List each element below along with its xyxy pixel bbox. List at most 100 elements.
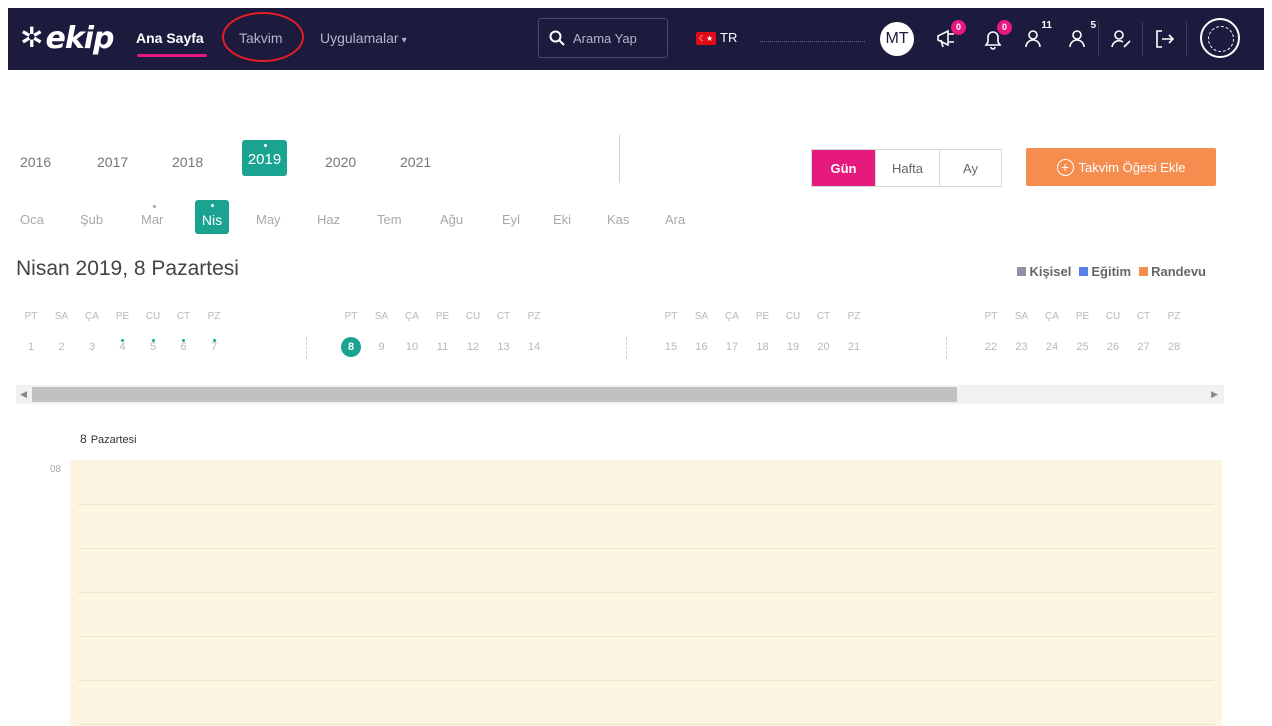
- scrollbar-thumb[interactable]: [32, 387, 957, 402]
- week-divider: [946, 337, 947, 359]
- day-number[interactable]: 26: [1098, 341, 1128, 353]
- day-number[interactable]: 1: [16, 341, 46, 353]
- scroll-left-arrow-icon[interactable]: ◀: [20, 389, 27, 400]
- ekip-logo[interactable]: ✲ ekip: [20, 20, 115, 56]
- day-number[interactable]: 16: [687, 341, 717, 353]
- weekday-label: CT: [1136, 311, 1151, 322]
- view-switch: Gün Hafta Ay: [811, 149, 1002, 187]
- day-number[interactable]: 6: [169, 341, 199, 353]
- year-2017[interactable]: 2017: [97, 154, 128, 170]
- user-group-count: 5: [1090, 20, 1096, 31]
- day-number[interactable]: 5: [138, 341, 168, 353]
- day-number[interactable]: 22: [976, 341, 1006, 353]
- legend-personal-swatch: [1017, 267, 1027, 276]
- day-number[interactable]: 2: [47, 341, 77, 353]
- search-icon: [549, 30, 565, 46]
- weekday-label: CU: [465, 311, 481, 322]
- day-number[interactable]: 17: [717, 341, 747, 353]
- divider: [1142, 22, 1143, 56]
- weekday-label: PZ: [847, 311, 861, 322]
- year-2020[interactable]: 2020: [325, 154, 356, 170]
- legend-appointment: Randevu: [1151, 264, 1206, 279]
- weekday-label: CU: [145, 311, 161, 322]
- month-ara[interactable]: Ara: [665, 212, 685, 227]
- notifications-badge: 0: [997, 20, 1012, 35]
- month-nis-active[interactable]: Nis: [195, 200, 229, 234]
- month-kas[interactable]: Kas: [607, 212, 629, 227]
- month-agu[interactable]: Ağu: [440, 212, 463, 227]
- weekday-label: SA: [1014, 311, 1029, 322]
- chevron-down-icon: ▾: [401, 35, 407, 46]
- nav-apps-dropdown[interactable]: Uygulamalar ▾: [320, 30, 407, 46]
- day-number[interactable]: 14: [519, 341, 549, 353]
- day-number[interactable]: 3: [77, 341, 107, 353]
- bell-icon[interactable]: 0: [980, 20, 1012, 52]
- day-number[interactable]: 7: [199, 341, 229, 353]
- nav-home-link[interactable]: Ana Sayfa: [136, 30, 204, 46]
- turkey-flag-icon[interactable]: ☾★: [696, 32, 716, 45]
- day-number[interactable]: 4: [108, 341, 138, 353]
- week-divider: [626, 337, 627, 359]
- day-number[interactable]: 18: [748, 341, 778, 353]
- month-oca[interactable]: Oca: [20, 212, 44, 227]
- year-2021[interactable]: 2021: [400, 154, 431, 170]
- view-day-button[interactable]: Gün: [812, 150, 876, 186]
- hour-gridline: [78, 724, 1214, 725]
- month-haz[interactable]: Haz: [317, 212, 340, 227]
- day-number[interactable]: 19: [778, 341, 808, 353]
- profile-edit-icon[interactable]: [1108, 26, 1134, 52]
- day-number[interactable]: 25: [1068, 341, 1098, 353]
- day-number[interactable]: 10: [397, 341, 427, 353]
- month-sub[interactable]: Şub: [80, 212, 103, 227]
- day-number[interactable]: 23: [1007, 341, 1037, 353]
- weekday-label: CT: [176, 311, 191, 322]
- user-group-icon[interactable]: 5: [1066, 20, 1096, 52]
- language-selector[interactable]: TR: [720, 30, 737, 45]
- day-number[interactable]: 11: [428, 341, 458, 353]
- day-number[interactable]: 15: [656, 341, 686, 353]
- weekday-label: CU: [1105, 311, 1121, 322]
- day-number[interactable]: 21: [839, 341, 869, 353]
- year-2018[interactable]: 2018: [172, 154, 203, 170]
- year-2016[interactable]: 2016: [20, 154, 51, 170]
- logo-gear-icon: ✲: [20, 22, 44, 53]
- day-number[interactable]: 13: [489, 341, 519, 353]
- users-icon[interactable]: 11: [1022, 20, 1052, 52]
- hour-label: 08: [50, 464, 62, 475]
- nav-home-active-indicator: [137, 54, 207, 57]
- month-eki[interactable]: Eki: [553, 212, 571, 227]
- search-box[interactable]: Arama Yap: [538, 18, 668, 58]
- weekday-label: PE: [755, 311, 770, 322]
- view-month-button[interactable]: Ay: [940, 150, 1001, 186]
- month-tem[interactable]: Tem: [377, 212, 402, 227]
- day-number[interactable]: 12: [458, 341, 488, 353]
- megaphone-icon[interactable]: 0: [934, 20, 966, 52]
- month-mar[interactable]: Mar: [141, 212, 163, 227]
- weekday-label: PT: [664, 311, 678, 322]
- day-number[interactable]: 9: [367, 341, 397, 353]
- year-2019-active[interactable]: 2019: [242, 140, 287, 176]
- month-eyl[interactable]: Eyl: [502, 212, 520, 227]
- scroll-right-arrow-icon[interactable]: ▶: [1211, 389, 1218, 400]
- user-avatar[interactable]: MT: [880, 22, 914, 56]
- weekday-label: PZ: [1167, 311, 1181, 322]
- add-calendar-item-button[interactable]: + Takvim Öğesi Ekle: [1026, 148, 1216, 186]
- day-number[interactable]: 27: [1129, 341, 1159, 353]
- hour-gridline: [78, 636, 1214, 637]
- weekday-label: ÇA: [85, 311, 99, 322]
- horizontal-scrollbar[interactable]: ◀ ▶: [16, 385, 1224, 404]
- weekday-label: CT: [496, 311, 511, 322]
- day-number[interactable]: 20: [809, 341, 839, 353]
- day-number-selected[interactable]: 8: [336, 337, 366, 357]
- week-divider: [306, 337, 307, 359]
- weekday-label: PE: [435, 311, 450, 322]
- weekday-label: ÇA: [405, 311, 419, 322]
- day-timeline[interactable]: [70, 460, 1222, 726]
- top-navbar: ✲ ekip Ana Sayfa Takvim Uygulamalar ▾ Ara…: [8, 8, 1264, 70]
- month-may[interactable]: May: [256, 212, 281, 227]
- logout-icon[interactable]: [1152, 26, 1178, 52]
- nav-calendar-link[interactable]: Takvim: [239, 30, 283, 46]
- day-number[interactable]: 28: [1159, 341, 1189, 353]
- view-week-button[interactable]: Hafta: [876, 150, 940, 186]
- day-number[interactable]: 24: [1037, 341, 1067, 353]
